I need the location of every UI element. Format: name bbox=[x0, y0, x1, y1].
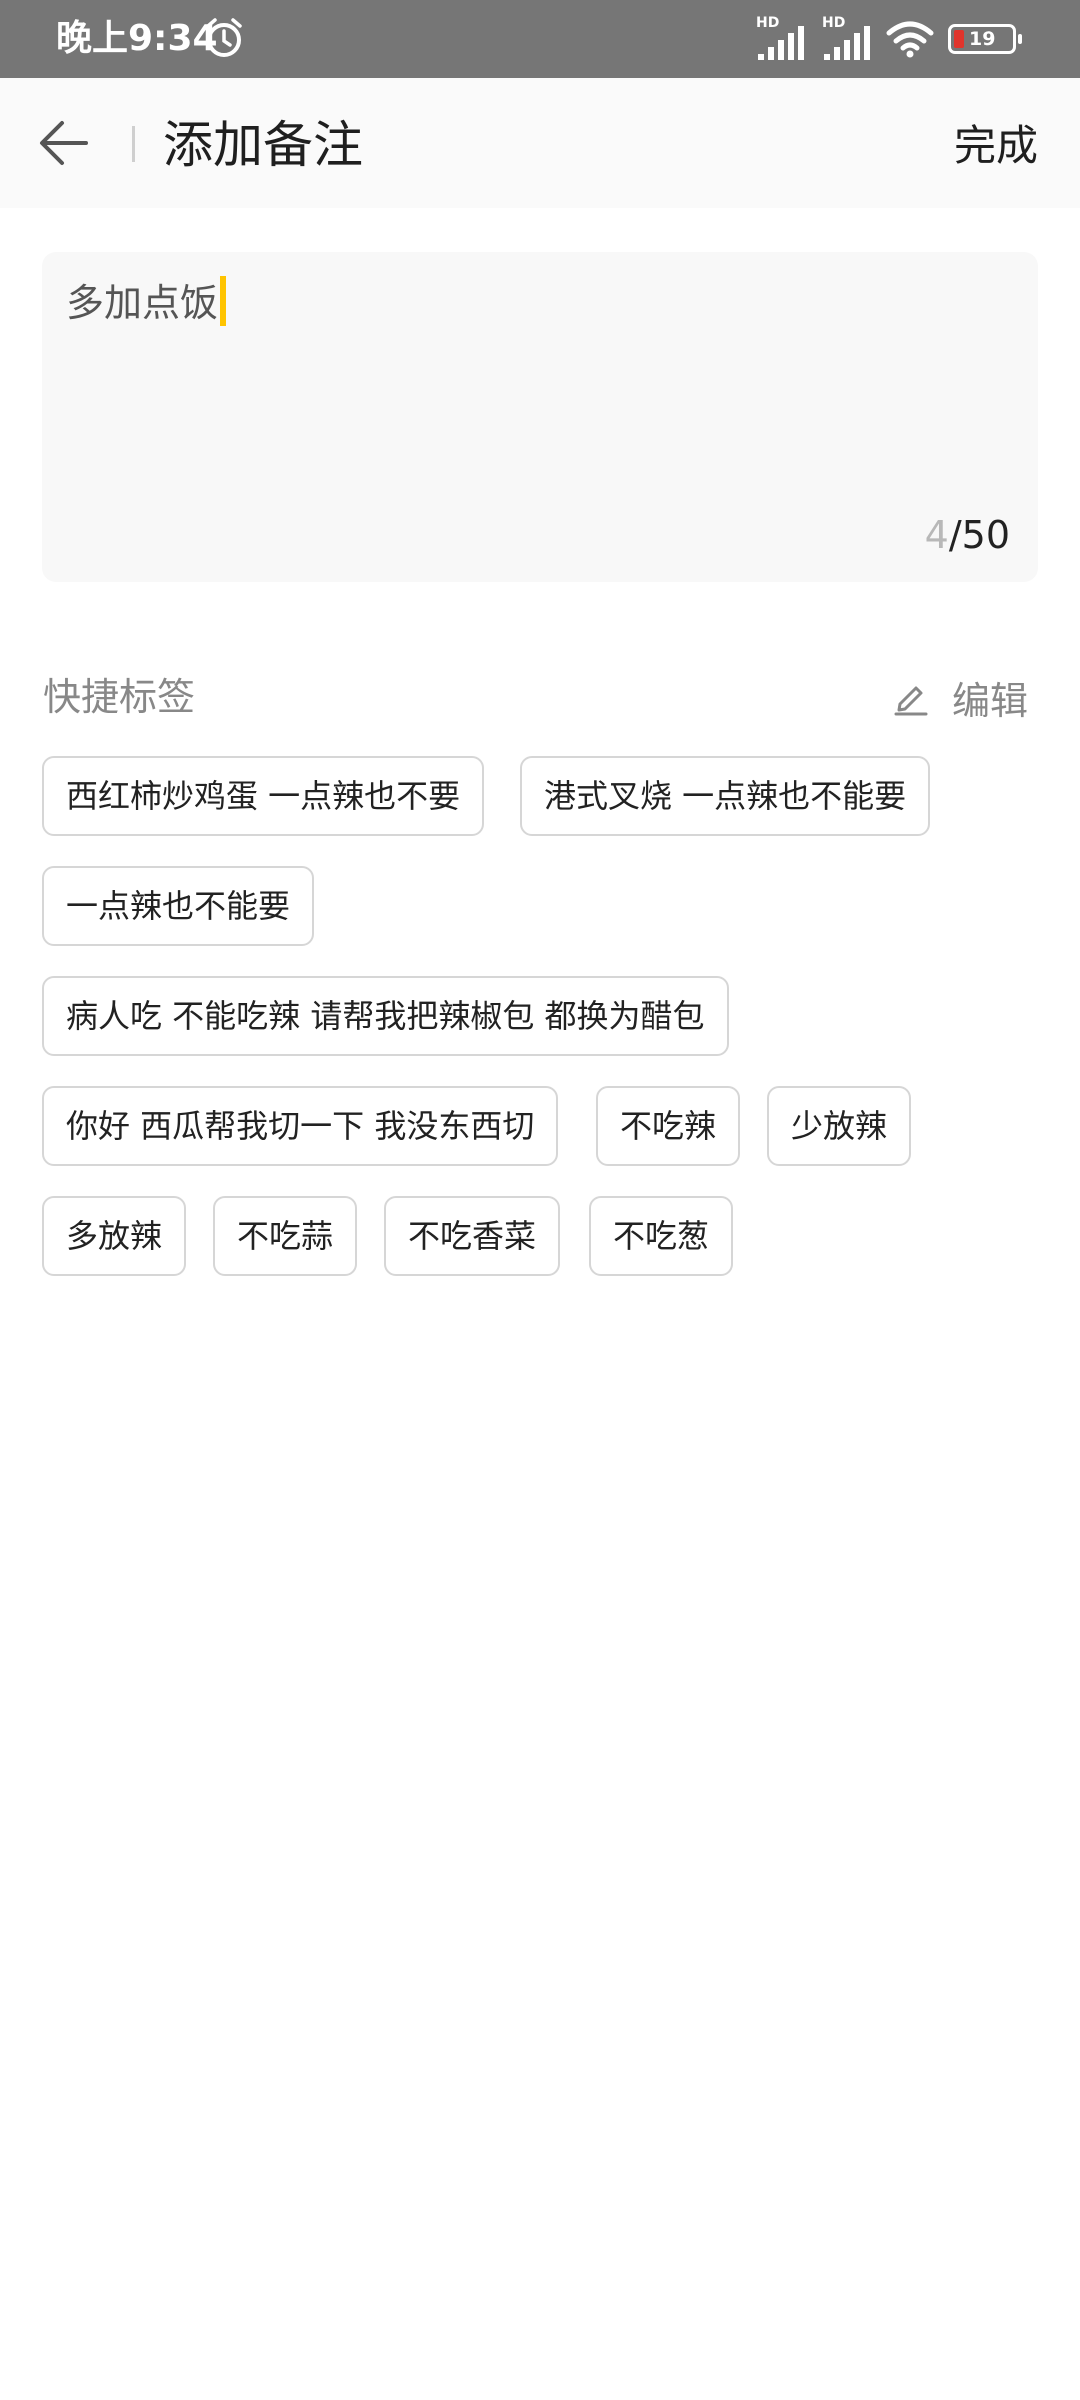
quick-tag[interactable]: 不吃蒜 bbox=[213, 1196, 358, 1276]
quick-tag[interactable]: 多放辣 bbox=[42, 1196, 187, 1276]
cellular-signal-1: HD bbox=[754, 16, 806, 62]
quick-tag[interactable]: 不吃香菜 bbox=[384, 1196, 561, 1276]
remark-value: 多加点饭 bbox=[66, 281, 219, 325]
character-counter: 4/50 bbox=[925, 512, 1010, 558]
battery-percent: 19 bbox=[969, 28, 996, 50]
back-arrow-icon bbox=[40, 121, 88, 165]
quick-tag[interactable]: 病人吃 不能吃辣 请帮我把辣椒包 都换为醋包 bbox=[42, 976, 729, 1056]
done-button[interactable]: 完成 bbox=[954, 121, 1038, 171]
edit-tags-label: 编辑 bbox=[951, 678, 1028, 723]
battery-level bbox=[954, 30, 964, 48]
wifi-icon bbox=[886, 21, 934, 58]
remark-input-text[interactable]: 多加点饭 bbox=[66, 276, 227, 330]
character-count-current: 4 bbox=[924, 513, 949, 557]
quick-tag[interactable]: 西红柿炒鸡蛋 一点辣也不要 bbox=[42, 756, 485, 836]
quick-tag[interactable]: 你好 西瓜帮我切一下 我没东西切 bbox=[42, 1086, 559, 1166]
edit-tags-button[interactable]: 编辑 bbox=[892, 672, 1028, 723]
signal-bars-icon bbox=[824, 26, 870, 60]
signal-bars-icon bbox=[758, 26, 804, 60]
header: 添加备注 完成 bbox=[0, 78, 1080, 208]
cellular-signal-2: HD bbox=[820, 16, 872, 62]
header-divider bbox=[132, 126, 135, 162]
quick-tag[interactable]: 不吃葱 bbox=[589, 1196, 734, 1276]
quick-tag[interactable]: 港式叉烧 一点辣也不能要 bbox=[520, 756, 931, 836]
alarm-clock-icon bbox=[206, 18, 242, 57]
character-count-max: /50 bbox=[948, 513, 1010, 557]
status-time: 晚上9:34 bbox=[56, 18, 218, 59]
status-bar: 晚上9:34 HD HD 19 bbox=[0, 0, 1080, 78]
remark-input[interactable]: 多加点饭 4/50 bbox=[42, 252, 1038, 582]
quick-tag[interactable]: 一点辣也不能要 bbox=[42, 866, 315, 946]
quick-tags-title: 快捷标签 bbox=[43, 675, 196, 719]
page-title: 添加备注 bbox=[163, 116, 363, 174]
pencil-icon bbox=[894, 686, 928, 716]
status-indicators: HD HD 19 bbox=[754, 16, 1022, 62]
quick-tag[interactable]: 少放辣 bbox=[767, 1086, 912, 1166]
battery-icon: 19 bbox=[948, 24, 1022, 54]
back-button[interactable] bbox=[30, 110, 110, 176]
quick-tag[interactable]: 不吃辣 bbox=[596, 1086, 741, 1166]
text-caret bbox=[220, 276, 227, 326]
